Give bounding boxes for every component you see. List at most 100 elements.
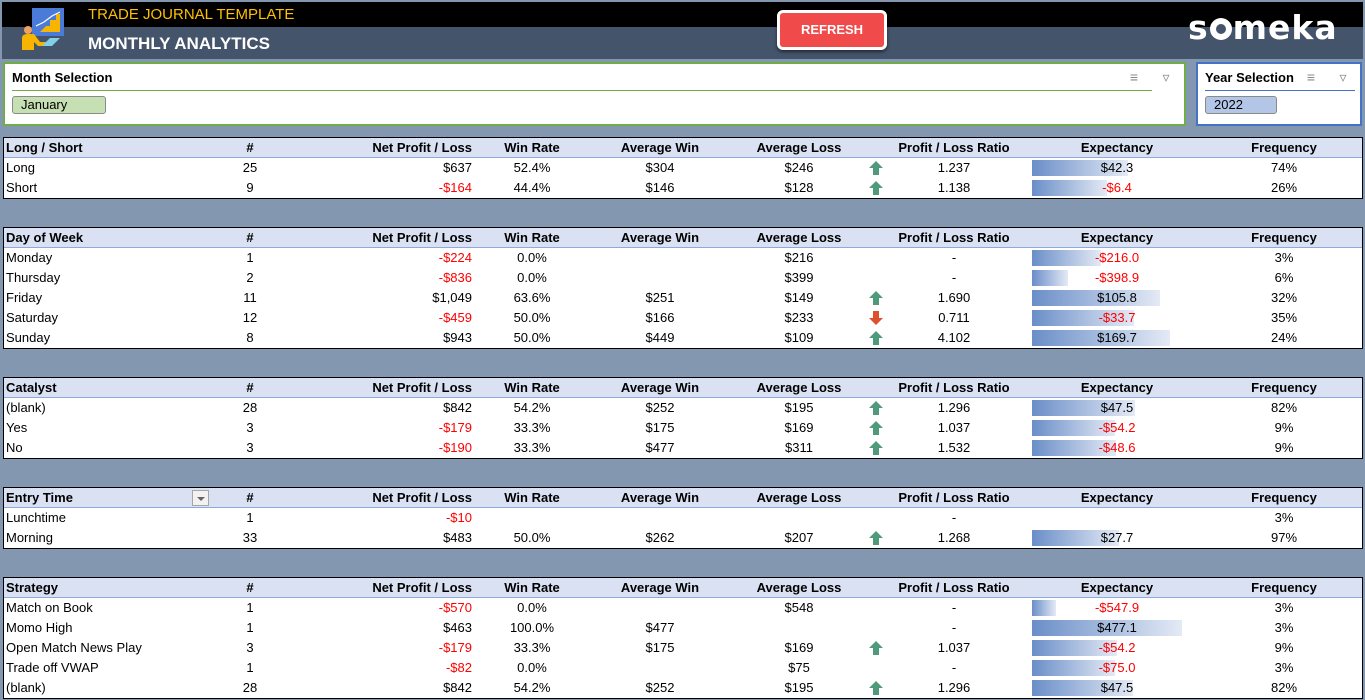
avg-loss-value: $233 — [784, 310, 814, 325]
year-option-selected[interactable]: 2022 — [1205, 96, 1277, 114]
column-header-net-profit[interactable]: Net Profit / Loss — [334, 488, 472, 508]
row-label-header: Long / Short — [6, 140, 83, 155]
column-header-count[interactable]: # — [230, 378, 270, 398]
table-header-row: Long / Short # Net Profit / Loss Win Rate Av… — [4, 138, 1362, 158]
row-label: Lunchtime — [6, 510, 66, 525]
pl-ratio-value: 0.711 — [938, 310, 970, 325]
column-header-count[interactable]: # — [230, 138, 270, 158]
table-row: Morning 33 $483 50.0% $262 $207 1.268 $27.7 97% — [4, 528, 1362, 548]
month-slicer: Month Selection ≡ ▿ January — [3, 62, 1186, 126]
column-header-pl-ratio[interactable]: Profit / Loss Ratio — [884, 138, 1024, 158]
table-row: Open Match News Play 3 -$179 33.3% $175 $169 1… — [4, 638, 1362, 658]
column-header-avg-loss[interactable]: Average Loss — [744, 578, 854, 598]
column-header-pl-ratio[interactable]: Profit / Loss Ratio — [884, 488, 1024, 508]
column-header-count[interactable]: # — [230, 578, 270, 598]
pl-ratio-value: 1.138 — [937, 180, 971, 195]
row-label: Sunday — [6, 330, 51, 345]
column-header-avg-loss[interactable]: Average Loss — [744, 228, 854, 248]
column-header-win-rate[interactable]: Win Rate — [492, 378, 572, 398]
row-label-header: Day of Week — [6, 230, 84, 245]
arrow-up-icon — [866, 398, 886, 418]
avg-win-value: $262 — [645, 530, 675, 545]
column-header-expectancy[interactable]: Expectancy — [1032, 578, 1202, 598]
pl-ratio-value: 1.037 — [937, 420, 971, 435]
clear-filter-icon[interactable]: ▿ — [1334, 68, 1352, 86]
net-profit-value: -$10 — [445, 510, 472, 525]
expectancy-value: $169.7 — [1097, 330, 1137, 345]
column-header-net-profit[interactable]: Net Profit / Loss — [334, 578, 472, 598]
expectancy-value: -$54.2 — [1098, 420, 1136, 435]
expectancy-value: $105.8 — [1097, 290, 1137, 305]
win-rate-value: 100.0% — [509, 620, 555, 635]
avg-loss-value: $149 — [784, 290, 814, 305]
column-header-frequency[interactable]: Frequency — [1234, 578, 1334, 598]
column-header-win-rate[interactable]: Win Rate — [492, 578, 572, 598]
column-header-frequency[interactable]: Frequency — [1234, 228, 1334, 248]
expectancy-value: $47.5 — [1100, 400, 1134, 415]
net-profit-value: -$164 — [438, 180, 472, 195]
column-header-net-profit[interactable]: Net Profit / Loss — [334, 378, 472, 398]
column-header-avg-win[interactable]: Average Win — [610, 488, 710, 508]
net-profit-value: -$179 — [438, 420, 472, 435]
avg-win-value: $166 — [645, 310, 675, 325]
column-header-avg-win[interactable]: Average Win — [610, 578, 710, 598]
frequency-value: 3% — [1274, 620, 1294, 635]
avg-loss-value: $195 — [784, 680, 814, 695]
column-header-frequency[interactable]: Frequency — [1234, 378, 1334, 398]
frequency-value: 3% — [1274, 250, 1294, 265]
refresh-button[interactable]: REFRESH — [777, 10, 887, 50]
win-rate-value: 0.0% — [517, 250, 547, 265]
column-header-win-rate[interactable]: Win Rate — [492, 488, 572, 508]
column-header-avg-loss[interactable]: Average Loss — [744, 138, 854, 158]
column-header-avg-loss[interactable]: Average Loss — [744, 378, 854, 398]
win-rate-value: 54.2% — [513, 680, 551, 695]
trade-count: 1 — [246, 660, 254, 675]
column-header-expectancy[interactable]: Expectancy — [1032, 228, 1202, 248]
column-header-avg-loss[interactable]: Average Loss — [744, 488, 854, 508]
row-label-header: Entry Time — [6, 490, 73, 505]
column-header-win-rate[interactable]: Win Rate — [492, 228, 572, 248]
column-header-pl-ratio[interactable]: Profit / Loss Ratio — [884, 228, 1024, 248]
frequency-value: 35% — [1270, 310, 1298, 325]
clear-filter-icon[interactable]: ▿ — [1157, 68, 1175, 86]
row-label: Open Match News Play — [6, 640, 142, 655]
multi-select-icon[interactable]: ≡ — [1125, 68, 1143, 86]
column-header-avg-win[interactable]: Average Win — [610, 228, 710, 248]
column-header-pl-ratio[interactable]: Profit / Loss Ratio — [884, 378, 1024, 398]
avg-loss-value: $195 — [784, 400, 814, 415]
column-header-frequency[interactable]: Frequency — [1234, 488, 1334, 508]
arrow-up-icon — [866, 178, 886, 198]
column-header-count[interactable]: # — [230, 488, 270, 508]
net-profit-value: -$82 — [445, 660, 472, 675]
trade-count: 1 — [246, 510, 254, 525]
net-profit-value: -$459 — [438, 310, 472, 325]
expectancy-value: -$33.7 — [1098, 310, 1136, 325]
avg-loss-value: $311 — [785, 440, 813, 455]
avg-loss-value — [744, 618, 854, 638]
month-option-selected[interactable]: January — [12, 96, 106, 114]
column-header-count[interactable]: # — [230, 228, 270, 248]
column-header-expectancy[interactable]: Expectancy — [1032, 138, 1202, 158]
column-header-avg-win[interactable]: Average Win — [610, 378, 710, 398]
filter-dropdown-icon[interactable] — [192, 490, 209, 506]
arrow-up-icon — [866, 438, 886, 458]
win-rate-value: 63.6% — [513, 290, 551, 305]
row-label: Monday — [6, 250, 53, 265]
net-profit-value: -$179 — [438, 640, 472, 655]
column-header-avg-win[interactable]: Average Win — [610, 138, 710, 158]
table-row: Match on Book 1 -$570 0.0% $548 - -$547.9 3% — [4, 598, 1362, 618]
column-header-net-profit[interactable]: Net Profit / Loss — [334, 138, 472, 158]
column-header-net-profit[interactable]: Net Profit / Loss — [334, 228, 472, 248]
column-header-expectancy[interactable]: Expectancy — [1032, 378, 1202, 398]
win-rate-value: 33.3% — [513, 420, 551, 435]
column-header-frequency[interactable]: Frequency — [1234, 138, 1334, 158]
expectancy-value: -$547.9 — [1094, 600, 1140, 615]
month-slicer-divider — [12, 90, 1152, 91]
column-header-expectancy[interactable]: Expectancy — [1032, 488, 1202, 508]
trade-count: 11 — [243, 290, 257, 305]
multi-select-icon[interactable]: ≡ — [1302, 68, 1320, 86]
pivot-table: Long / Short # Net Profit / Loss Win Rate Av… — [3, 137, 1363, 199]
column-header-win-rate[interactable]: Win Rate — [492, 138, 572, 158]
win-rate-value: 33.3% — [513, 640, 551, 655]
column-header-pl-ratio[interactable]: Profit / Loss Ratio — [884, 578, 1024, 598]
